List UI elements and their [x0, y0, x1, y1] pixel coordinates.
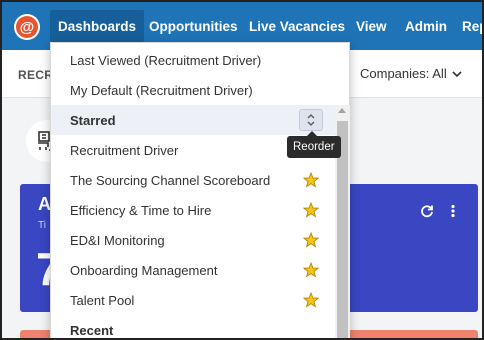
refresh-icon[interactable] — [420, 204, 434, 218]
starred-section-header: Starred — [51, 105, 335, 135]
app-logo[interactable]: @ — [14, 14, 40, 40]
recent-header-label: Recent — [70, 322, 114, 338]
sort-arrows-icon — [307, 114, 315, 126]
menu-item-efficiency-time-to-hire[interactable]: Efficiency & Time to Hire — [51, 195, 335, 225]
more-vertical-icon[interactable] — [450, 204, 456, 218]
scroll-up-arrow-icon[interactable] — [338, 108, 346, 113]
reorder-button[interactable] — [299, 109, 323, 131]
menu-item-label: Talent Pool — [70, 292, 135, 308]
reorder-tooltip: Reorder — [287, 131, 341, 158]
companies-filter-label: Companies: All — [360, 66, 447, 81]
nav-admin[interactable]: Admin — [405, 2, 447, 50]
star-icon[interactable] — [303, 292, 319, 308]
at-sign-icon: @ — [16, 16, 38, 38]
star-icon[interactable] — [303, 262, 319, 278]
menu-item-label: Onboarding Management — [70, 262, 218, 278]
menu-item-onboarding-management[interactable]: Onboarding Management — [51, 255, 335, 285]
starred-header-label: Starred — [70, 112, 116, 128]
nav-dashboards[interactable]: Dashboards — [50, 10, 145, 42]
menu-item-label: Recruitment Driver — [70, 142, 179, 158]
star-icon[interactable] — [303, 202, 319, 218]
dashboard-title-partial: RECR — [18, 68, 54, 82]
dashboards-dropdown-menu: Last Viewed (Recruitment Driver) My Defa… — [50, 42, 350, 338]
menu-item-talent-pool[interactable]: Talent Pool — [51, 285, 335, 315]
companies-filter[interactable]: Companies: All — [360, 66, 462, 81]
recent-section-header: Recent — [51, 315, 335, 338]
menu-item-label: Efficiency & Time to Hire — [70, 202, 212, 218]
star-icon[interactable] — [303, 172, 319, 188]
app-window: @ Dashboards Opportunities Live Vacancie… — [0, 0, 484, 340]
menu-item-last-viewed[interactable]: Last Viewed (Recruitment Driver) — [51, 45, 335, 75]
nav-view[interactable]: View — [356, 2, 387, 50]
metric-card-subtitle: Ti — [38, 220, 46, 231]
star-icon[interactable] — [303, 232, 319, 248]
chevron-down-icon — [452, 71, 462, 78]
menu-item-label: ED&I Monitoring — [70, 232, 165, 248]
menu-item-label: The Sourcing Channel Scoreboard — [70, 172, 271, 188]
menu-item-edi-monitoring[interactable]: ED&I Monitoring — [51, 225, 335, 255]
menu-item-my-default[interactable]: My Default (Recruitment Driver) — [51, 75, 335, 105]
nav-reports[interactable]: Rep — [462, 2, 482, 50]
menu-item-sourcing-channel-scoreboard[interactable]: The Sourcing Channel Scoreboard — [51, 165, 335, 195]
